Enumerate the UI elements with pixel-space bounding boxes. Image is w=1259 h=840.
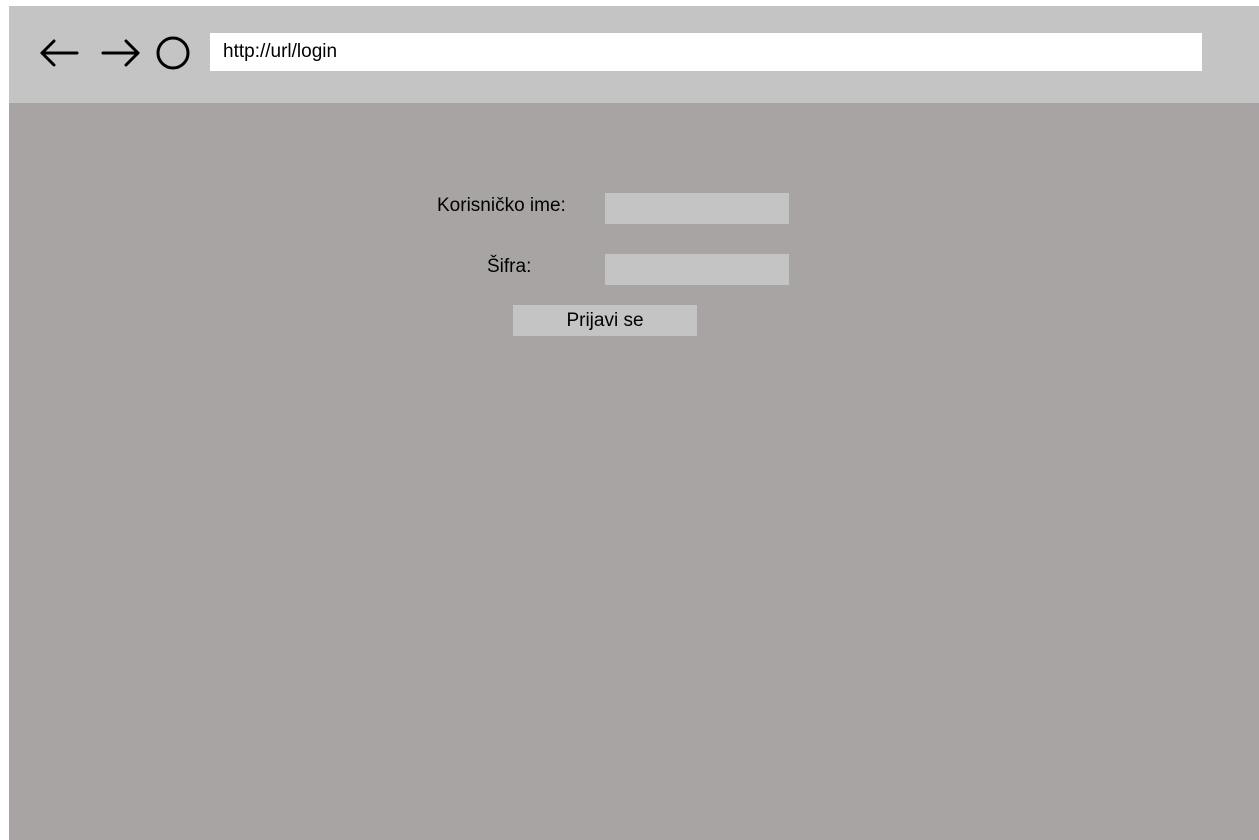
reload-circle-icon	[156, 36, 190, 70]
browser-window: Korisničko ime: Šifra: Prijavi se	[9, 6, 1259, 840]
arrow-left-icon	[40, 39, 79, 67]
password-field[interactable]	[605, 254, 789, 285]
back-button[interactable]	[37, 33, 81, 73]
forward-button[interactable]	[99, 33, 143, 73]
login-button[interactable]: Prijavi se	[513, 305, 697, 336]
arrow-right-icon	[101, 39, 140, 67]
password-label: Šifra:	[487, 256, 532, 277]
reload-button[interactable]	[153, 33, 193, 73]
username-label: Korisničko ime:	[437, 195, 566, 216]
browser-toolbar	[9, 6, 1259, 103]
url-bar[interactable]	[210, 33, 1202, 71]
username-field[interactable]	[605, 193, 789, 224]
